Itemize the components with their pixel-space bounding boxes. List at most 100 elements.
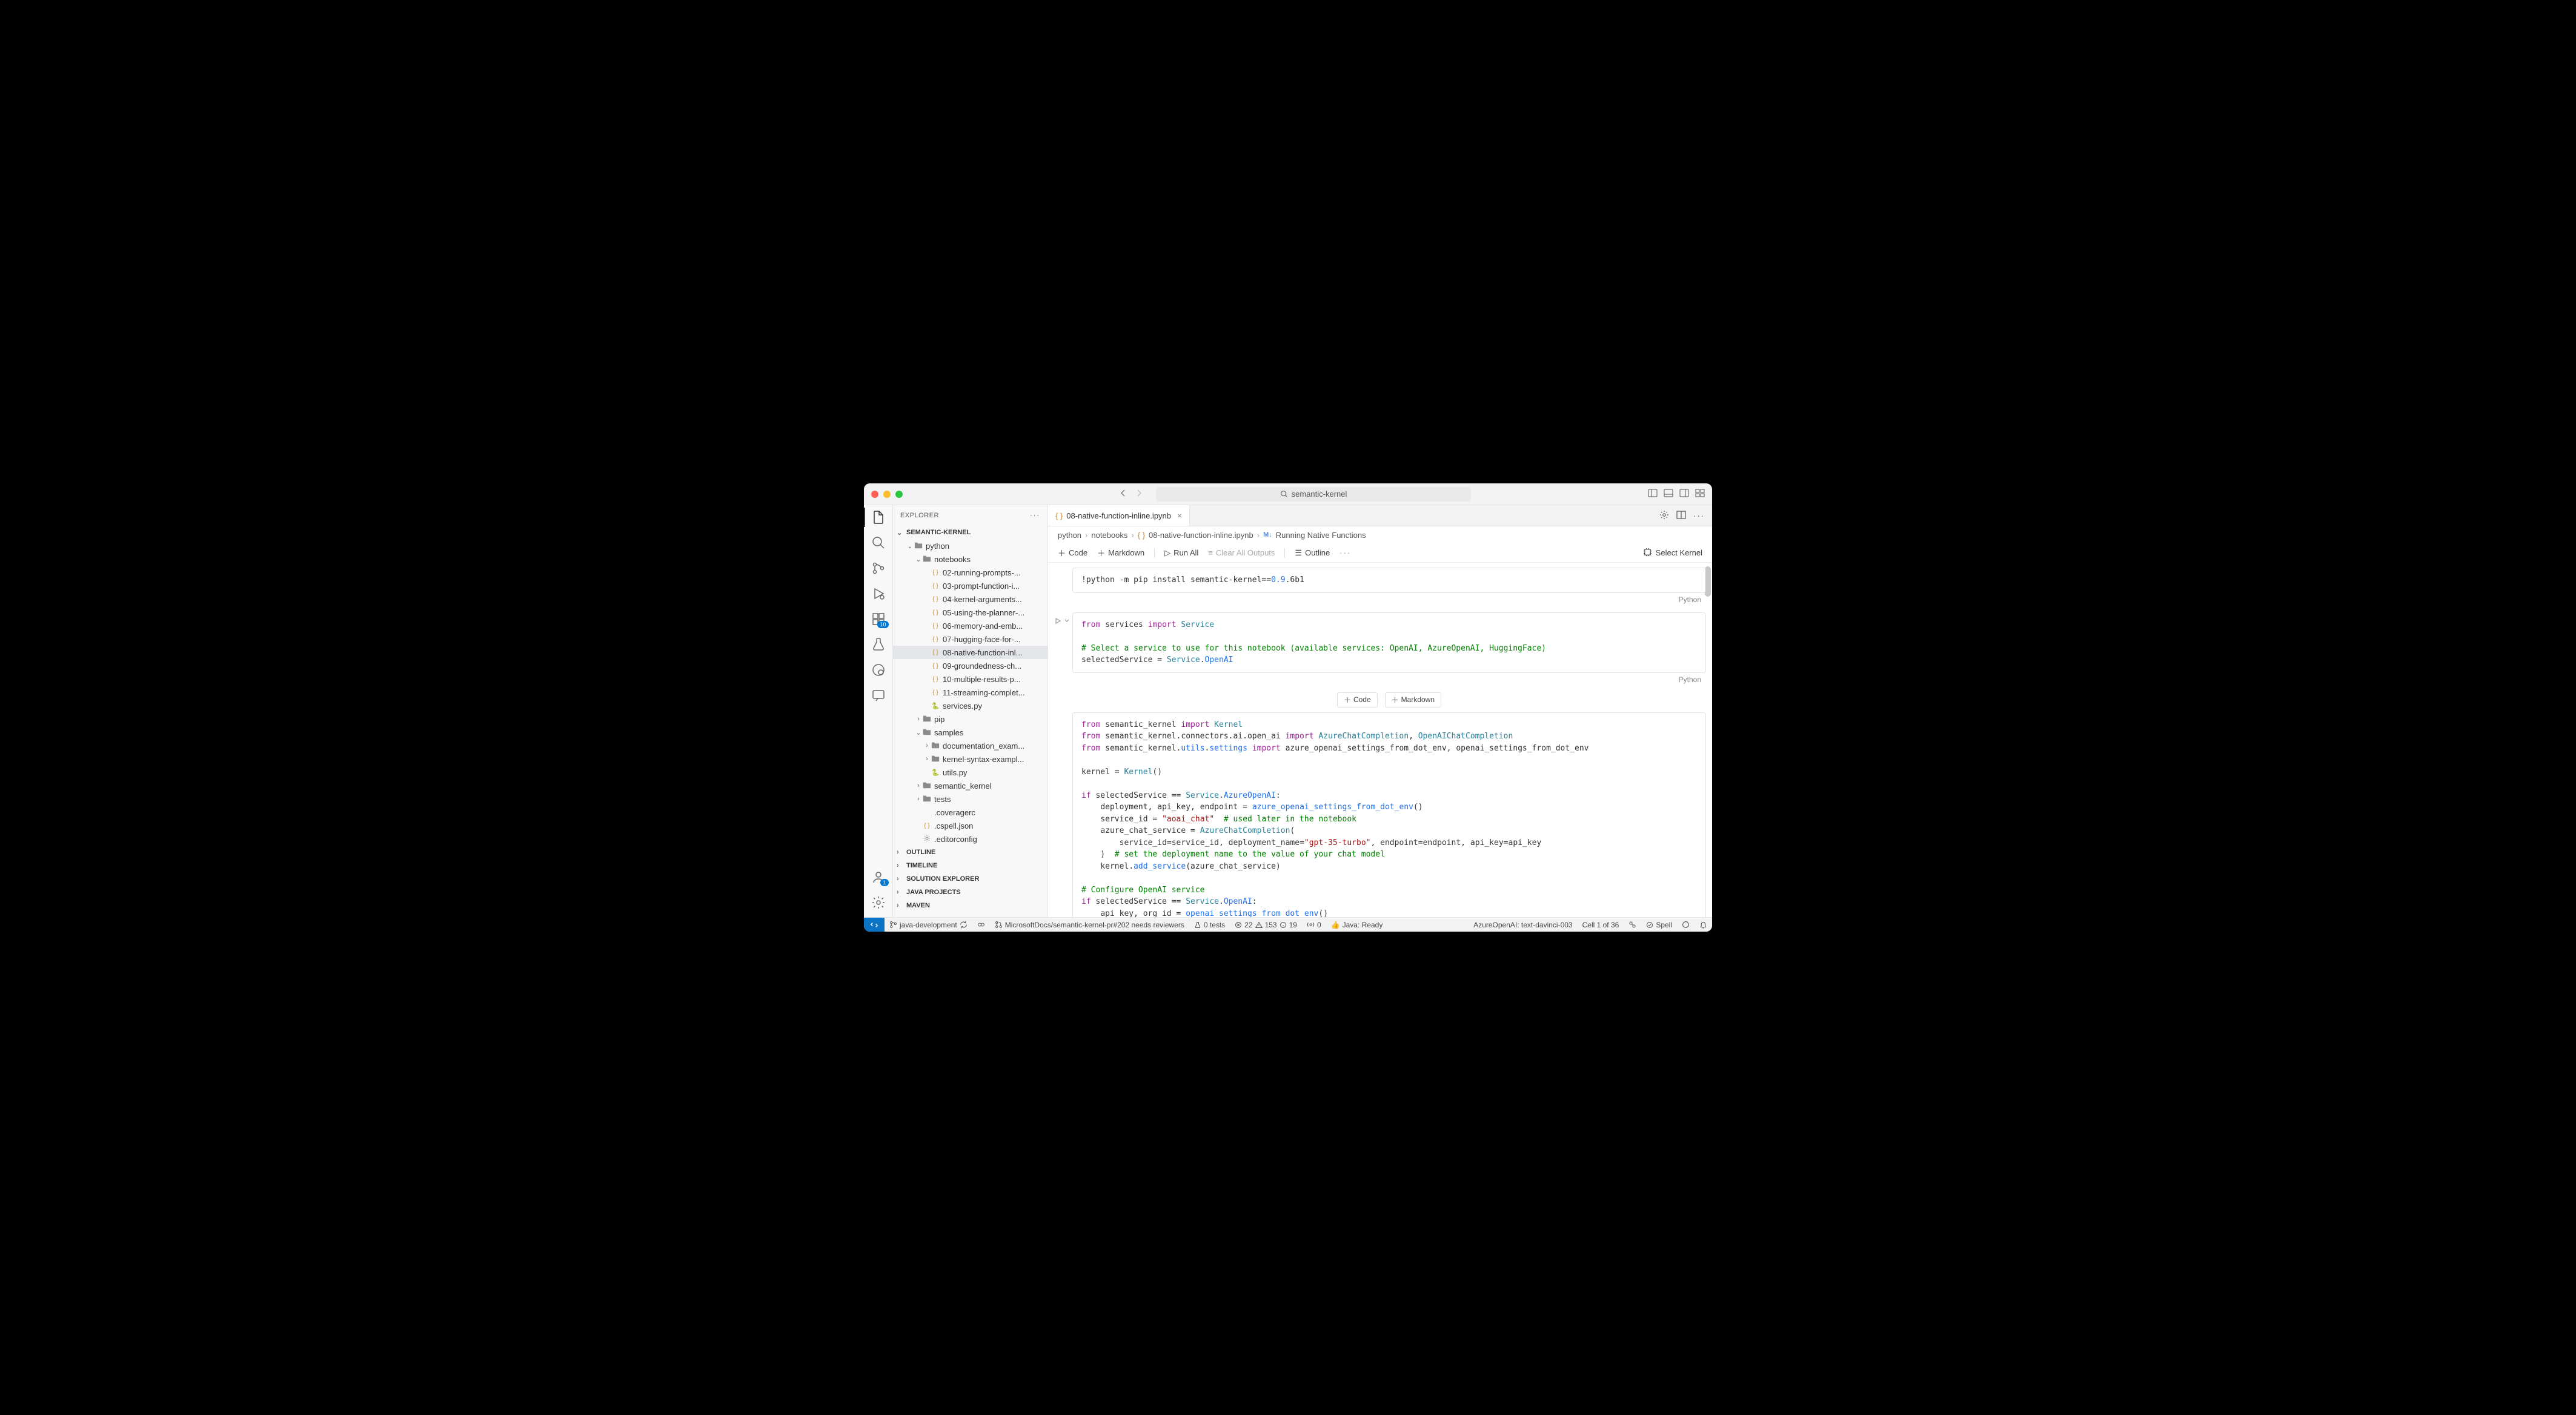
tree-file[interactable]: { }10-multiple-results-p... [893, 672, 1047, 686]
status-problems[interactable]: 22 153 19 [1230, 921, 1302, 929]
status-branch[interactable]: java-development [885, 921, 972, 929]
activity-search-icon[interactable] [871, 535, 886, 550]
kernel-icon [1643, 548, 1652, 558]
nav-forward-icon[interactable] [1134, 488, 1144, 500]
tree-file[interactable]: { }05-using-the-planner-... [893, 606, 1047, 619]
breadcrumbs[interactable]: python › notebooks › { } 08-native-funct… [1048, 526, 1712, 543]
cell-input[interactable]: from semantic_kernel import Kernel from … [1072, 712, 1706, 918]
status-prettier-icon[interactable] [1677, 921, 1695, 929]
breadcrumb-part[interactable]: 08-native-function-inline.ipynb [1149, 531, 1253, 540]
tree-folder[interactable]: ⌄python [893, 539, 1047, 552]
status-azure-openai[interactable]: AzureOpenAI: text-davinci-003 [1469, 921, 1577, 929]
status-spell[interactable]: Spell [1641, 921, 1677, 929]
layout-sidebar-right-icon[interactable] [1679, 488, 1689, 500]
status-cell-position[interactable]: Cell 1 of 36 [1578, 921, 1624, 929]
tree-file[interactable]: { }11-streaming-complet... [893, 686, 1047, 699]
tree-folder[interactable]: ›pip [893, 712, 1047, 726]
more-icon[interactable]: ··· [1339, 548, 1351, 557]
tab-close-icon[interactable]: × [1177, 511, 1182, 520]
status-livesahre-icon[interactable] [1624, 921, 1641, 929]
tree-file[interactable]: { }02-running-prompts-... [893, 566, 1047, 579]
more-actions-icon[interactable]: ··· [1693, 511, 1705, 520]
notebook-body[interactable]: !python -m pip install semantic-kernel==… [1048, 563, 1712, 917]
layout-customize-icon[interactable] [1695, 488, 1705, 500]
tree-file[interactable]: { }.cspell.json [893, 819, 1047, 832]
editor-tab[interactable]: { } 08-native-function-inline.ipynb × [1048, 505, 1190, 526]
json-icon: { } [931, 636, 940, 643]
breadcrumb-part[interactable]: notebooks [1091, 531, 1127, 540]
run-all-button[interactable]: ▷Run All [1164, 548, 1198, 558]
activity-testing-icon[interactable] [871, 637, 886, 652]
tree-folder[interactable]: ⌄samples [893, 726, 1047, 739]
breadcrumb-part[interactable]: python [1058, 531, 1081, 540]
split-editor-icon[interactable] [1676, 510, 1686, 522]
activity-azure-icon[interactable] [871, 663, 886, 677]
sidebar-section[interactable]: ›MAVEN [893, 899, 1047, 912]
command-center[interactable]: semantic-kernel [1156, 487, 1471, 502]
status-ports[interactable]: 0 [1302, 921, 1326, 929]
activity-scm-icon[interactable] [871, 561, 886, 575]
tree-file[interactable]: 🐍utils.py [893, 766, 1047, 779]
cell-run-gutter[interactable] [1054, 617, 1071, 625]
cell-input[interactable]: !python -m pip install semantic-kernel==… [1072, 568, 1706, 593]
minimize-window[interactable] [883, 491, 891, 498]
status-bell-icon[interactable] [1695, 921, 1712, 929]
cell-input[interactable]: from services import Service # Select a … [1072, 612, 1706, 673]
tree-file[interactable]: { }09-groundedness-ch... [893, 659, 1047, 672]
tree-file[interactable]: { }04-kernel-arguments... [893, 592, 1047, 606]
add-code-cell-button[interactable]: ＋Code [1058, 547, 1087, 558]
remote-indicator[interactable] [864, 918, 885, 932]
tree-file[interactable]: .coveragerc [893, 806, 1047, 819]
tree-folder[interactable]: ⌄notebooks [893, 552, 1047, 566]
run-cell-icon[interactable] [1054, 617, 1061, 625]
code-cell[interactable]: from services import Service # Select a … [1072, 612, 1706, 684]
layout-sidebar-left-icon[interactable] [1648, 488, 1658, 500]
tree-file[interactable]: 🐍services.py [893, 699, 1047, 712]
status-pr[interactable]: MicrosoftDocs/semantic-kernel-pr#202 nee… [990, 921, 1189, 929]
chevron-down-icon[interactable] [1063, 617, 1071, 625]
nav-back-icon[interactable] [1118, 488, 1128, 500]
zoom-window[interactable] [895, 491, 903, 498]
tree-folder[interactable]: ›documentation_exam... [893, 739, 1047, 752]
activity-extensions-icon[interactable]: 10 [871, 612, 886, 626]
tree-file[interactable]: { }08-native-function-inl... [893, 646, 1047, 659]
tree-file[interactable]: { }06-memory-and-emb... [893, 619, 1047, 632]
configure-icon[interactable] [1659, 510, 1669, 522]
explorer-sidebar: EXPLORER ··· ⌄SEMANTIC-KERNEL ⌄python⌄no… [893, 505, 1048, 917]
tree-folder[interactable]: ›kernel-syntax-exampl... [893, 752, 1047, 766]
activity-explorer-icon[interactable] [871, 510, 886, 525]
titlebar-layout-controls [1648, 488, 1705, 500]
layout-panel-icon[interactable] [1664, 488, 1673, 500]
outline-button[interactable]: ☰Outline [1295, 548, 1330, 558]
status-java[interactable]: 👍 Java: Ready [1326, 921, 1388, 929]
tree-folder[interactable]: ›tests [893, 792, 1047, 806]
tree-folder[interactable]: ›semantic_kernel [893, 779, 1047, 792]
sidebar-section[interactable]: ›TIMELINE [893, 859, 1047, 872]
insert-code-button[interactable]: ＋Code [1337, 692, 1378, 708]
activity-settings-icon[interactable] [871, 895, 886, 910]
sync-icon[interactable] [960, 921, 968, 929]
activity-debug-icon[interactable] [871, 586, 886, 601]
insert-markdown-button[interactable]: ＋Markdown [1385, 692, 1441, 708]
status-copilot[interactable] [972, 921, 990, 929]
sidebar-section[interactable]: ›JAVA PROJECTS [893, 886, 1047, 899]
breadcrumb-part[interactable]: Running Native Functions [1276, 531, 1366, 540]
select-kernel-button[interactable]: Select Kernel [1656, 548, 1702, 557]
tree-item-label: 11-streaming-complet... [943, 688, 1025, 697]
code-cell[interactable]: from semantic_kernel import Kernel from … [1072, 712, 1706, 918]
sidebar-section[interactable]: ›OUTLINE [893, 846, 1047, 859]
sidebar-more-icon[interactable]: ··· [1030, 512, 1040, 519]
tree-file[interactable]: .editorconfig [893, 832, 1047, 846]
tree-file[interactable]: { }07-hugging-face-for-... [893, 632, 1047, 646]
clear-outputs-button[interactable]: ≡Clear All Outputs [1208, 548, 1275, 557]
sidebar-section[interactable]: ›SOLUTION EXPLORER [893, 872, 1047, 886]
workspace-root[interactable]: ⌄SEMANTIC-KERNEL [893, 526, 1047, 539]
activity-chat-icon[interactable] [871, 688, 886, 703]
tree-file[interactable]: { }03-prompt-function-i... [893, 579, 1047, 592]
tree-item-label: tests [934, 795, 951, 804]
code-cell[interactable]: !python -m pip install semantic-kernel==… [1072, 568, 1706, 604]
add-markdown-cell-button[interactable]: ＋Markdown [1097, 547, 1144, 558]
close-window[interactable] [871, 491, 878, 498]
status-tests[interactable]: 0 tests [1189, 921, 1230, 929]
activity-accounts-icon[interactable]: 1 [871, 870, 886, 884]
